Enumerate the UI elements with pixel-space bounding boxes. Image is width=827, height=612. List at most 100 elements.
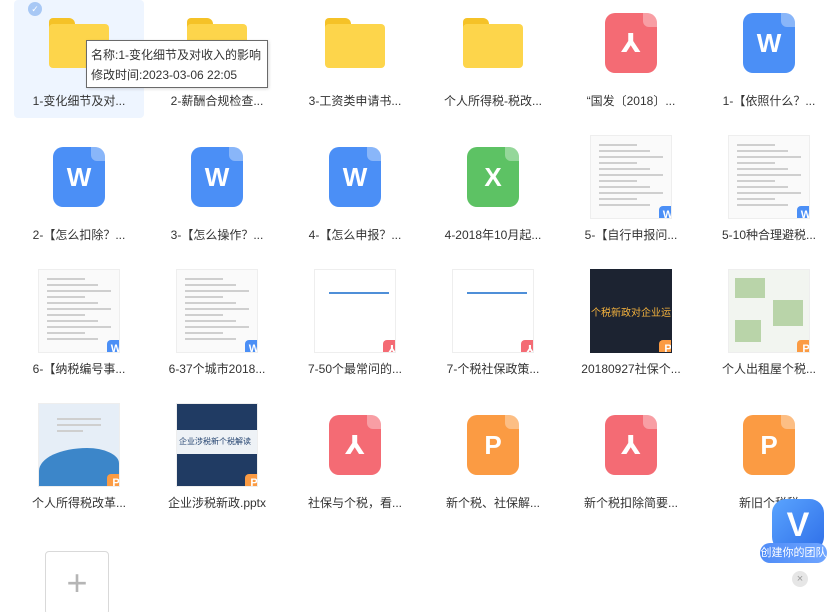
file-thumbnail: W [34, 134, 124, 220]
file-item[interactable]: ⅄ 社保与个税，看... [290, 402, 420, 520]
pdf-icon: ⅄ [605, 13, 657, 73]
file-item[interactable]: W 1-【依照什么？... [704, 0, 827, 118]
promo-label[interactable]: 创建你的团队 [760, 543, 827, 563]
file-item[interactable]: W 3-【怎么操作？... [152, 134, 282, 252]
ppt-icon: P [467, 415, 519, 475]
file-item[interactable]: ⅄ 7-个税社保政策... [428, 268, 558, 386]
file-name: 5-10种合理避税... [721, 228, 817, 242]
file-name: 6-【纳税编号事... [32, 362, 126, 376]
close-icon[interactable]: × [792, 571, 808, 587]
file-thumbnail [310, 0, 400, 86]
pdf-badge-icon: ⅄ [521, 340, 533, 352]
file-thumbnail: W [34, 268, 124, 354]
file-name: 新个税、社保解... [445, 496, 540, 510]
ppt-icon: P [743, 415, 795, 475]
file-thumbnail: P [34, 402, 124, 488]
file-thumbnail: W [172, 134, 262, 220]
file-item[interactable]: W 6-【纳税编号事... [14, 268, 144, 386]
file-item[interactable]: 个税新政对企业运营的 P 20180927社保个... [566, 268, 696, 386]
ppt-badge-icon: P [659, 340, 671, 352]
preview-thumbnail: ⅄ [452, 269, 534, 353]
word-icon: W [53, 147, 105, 207]
word-badge-icon: W [797, 206, 809, 218]
file-name: 7-个税社保政策... [446, 362, 540, 376]
file-thumbnail: ⅄ [586, 402, 676, 488]
file-item[interactable]: ⅄ “国发〔2018〕... [566, 0, 696, 118]
folder-icon [463, 18, 523, 68]
file-thumbnail: W [724, 134, 814, 220]
excel-icon: X [467, 147, 519, 207]
preview-thumbnail: W [38, 269, 120, 353]
word-badge-icon: W [107, 340, 119, 352]
file-item[interactable]: W 4-【怎么申报？... [290, 134, 420, 252]
ppt-badge-icon: P [107, 474, 119, 486]
file-thumbnail: W [172, 268, 262, 354]
file-thumbnail: P [724, 268, 814, 354]
preview-thumbnail: W [590, 135, 672, 219]
add-file-button[interactable]: + [45, 551, 109, 612]
ppt-badge-icon: P [797, 340, 809, 352]
file-thumbnail: X [448, 134, 538, 220]
preview-thumbnail: W [728, 135, 810, 219]
file-name: 2-薪酬合规检查... [170, 94, 264, 108]
file-name: 个人所得税改革... [31, 496, 126, 510]
ppt-badge-icon: P [245, 474, 257, 486]
file-name: 4-【怎么申报？... [308, 228, 402, 242]
preview-thumbnail: 个税新政对企业运营的 P [590, 269, 672, 353]
preview-thumbnail: W [176, 269, 258, 353]
file-name: 6-37个城市2018... [168, 362, 266, 376]
file-item[interactable]: P 个人出租屋个税... [704, 268, 827, 386]
file-thumbnail: 企业涉税新个税解读 P [172, 402, 262, 488]
word-icon: W [329, 147, 381, 207]
file-thumbnail: P [724, 402, 814, 488]
file-item[interactable]: P 个人所得税改革... [14, 402, 144, 520]
file-name: 7-50个最常问的... [307, 362, 403, 376]
file-name: 2-【怎么扣除？... [32, 228, 126, 242]
file-item[interactable]: X 4-2018年10月起... [428, 134, 558, 252]
file-item[interactable]: W 5-10种合理避税... [704, 134, 827, 252]
file-item[interactable]: P 新个税、社保解... [428, 402, 558, 520]
preview-thumbnail: P [38, 403, 120, 487]
file-thumbnail [448, 0, 538, 86]
file-name: “国发〔2018〕... [586, 94, 676, 108]
file-item[interactable]: W 5-【自行申报问... [566, 134, 696, 252]
word-icon: W [743, 13, 795, 73]
thumbnail-title: 个税新政对企业运营的 [591, 308, 671, 319]
file-item[interactable]: ⅄ 7-50个最常问的... [290, 268, 420, 386]
file-name: 3-工资类申请书... [308, 94, 402, 108]
file-name: 20180927社保个... [581, 362, 681, 376]
word-badge-icon: W [659, 206, 671, 218]
file-thumbnail: 个税新政对企业运营的 P [586, 268, 676, 354]
file-tooltip: 名称:1-变化细节及对收入的影响 修改时间:2023-03-06 22:05 [86, 40, 268, 88]
word-badge-icon: W [245, 340, 257, 352]
file-item[interactable]: ⅄ 新个税扣除简要... [566, 402, 696, 520]
file-thumbnail: W [724, 0, 814, 86]
preview-thumbnail: ⅄ [314, 269, 396, 353]
pdf-icon: ⅄ [329, 415, 381, 475]
tooltip-modified-time: 修改时间:2023-03-06 22:05 [91, 68, 238, 82]
plus-icon: + [66, 562, 88, 603]
file-name: 1-【依照什么？... [722, 94, 816, 108]
file-name: 个人出租屋个税... [721, 362, 816, 376]
pdf-icon: ⅄ [605, 415, 657, 475]
file-name: 3-【怎么操作？... [170, 228, 264, 242]
file-name: 1-变化细节及对... [32, 94, 126, 108]
file-thumbnail: ⅄ [310, 268, 400, 354]
create-team-promo[interactable]: V 创建你的团队 × [760, 495, 827, 587]
file-item[interactable]: 个人所得税-税改... [428, 0, 558, 118]
file-name: 社保与个税，看... [307, 496, 402, 510]
file-thumbnail: ⅄ [310, 402, 400, 488]
thumbnail-title: 企业涉税新个税解读 [179, 437, 251, 446]
word-icon: W [191, 147, 243, 207]
file-thumbnail: W [310, 134, 400, 220]
file-item[interactable]: 企业涉税新个税解读 P 企业涉税新政.pptx [152, 402, 282, 520]
tooltip-name: 名称:1-变化细节及对收入的影响 [91, 48, 262, 62]
file-item[interactable]: 3-工资类申请书... [290, 0, 420, 118]
file-name: 4-2018年10月起... [444, 228, 542, 242]
file-name: 个人所得税-税改... [444, 94, 542, 108]
file-name: 新个税扣除简要... [583, 496, 678, 510]
file-item[interactable]: W 6-37个城市2018... [152, 268, 282, 386]
file-thumbnail: ⅄ [448, 268, 538, 354]
file-item[interactable]: W 2-【怎么扣除？... [14, 134, 144, 252]
preview-thumbnail: 企业涉税新个税解读 P [176, 403, 258, 487]
